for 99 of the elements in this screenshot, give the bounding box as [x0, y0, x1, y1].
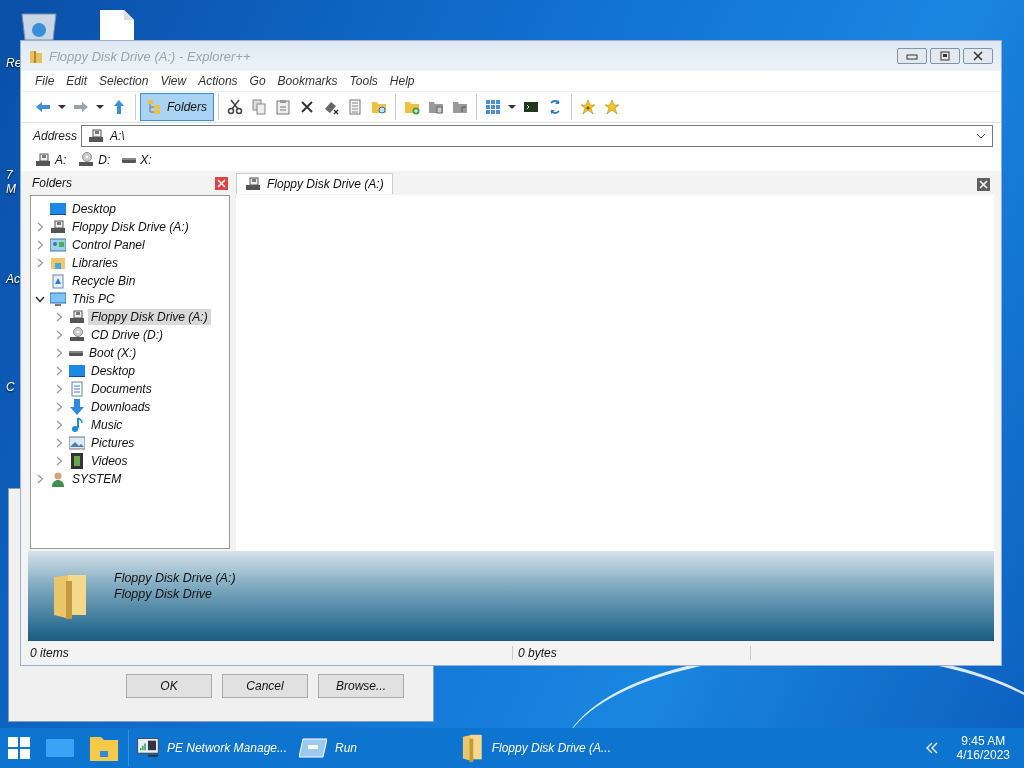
collapsed-chevron-icon[interactable] — [36, 222, 44, 232]
address-field[interactable]: A:\ — [81, 125, 993, 147]
collapsed-chevron-icon[interactable] — [36, 240, 44, 250]
folders-button[interactable]: Folders — [140, 93, 214, 121]
drive-icon — [245, 176, 261, 192]
collapsed-chevron-icon[interactable] — [36, 258, 44, 268]
file-icon[interactable] — [100, 10, 134, 40]
dialog-button[interactable]: OK — [126, 674, 212, 698]
disc-drive-icon — [69, 327, 85, 343]
drive-icon — [35, 152, 51, 168]
disk-drive-icon — [122, 157, 137, 163]
drive-button[interactable]: D: — [78, 152, 111, 168]
folder-tree-icon — [147, 99, 163, 115]
collapsed-chevron-icon[interactable] — [55, 384, 63, 394]
desktop-icon-label[interactable]: 7 M — [6, 168, 16, 196]
control-panel-icon — [50, 237, 66, 253]
tree-item[interactable]: SYSTEM — [69, 471, 125, 487]
taskbar-app-button[interactable]: PE Network Manage... — [131, 728, 293, 768]
double-chevron-icon[interactable] — [924, 742, 939, 754]
tree-item[interactable]: Desktop — [88, 363, 139, 379]
tree-item[interactable]: Boot (X:) — [86, 345, 140, 361]
tree-item[interactable]: Floppy Disk Drive (A:) — [69, 219, 192, 235]
pane-title: Folders — [32, 176, 72, 190]
drive-button[interactable]: A: — [35, 152, 67, 168]
menu-item[interactable]: Go — [243, 74, 272, 88]
tree-item[interactable]: Downloads — [88, 399, 154, 415]
collapsed-chevron-icon[interactable] — [36, 474, 44, 484]
menu-item[interactable]: Edit — [60, 74, 94, 88]
tree-item[interactable]: Desktop — [69, 201, 120, 217]
menu-item[interactable]: Actions — [192, 74, 244, 88]
close-icon — [972, 51, 984, 61]
tree-item[interactable]: CD Drive (D:) — [88, 327, 166, 343]
library-icon — [50, 255, 66, 271]
document-icon — [69, 381, 85, 397]
tree-item[interactable]: Documents — [88, 381, 155, 397]
folder-icon — [461, 732, 484, 764]
menu-item[interactable]: File — [29, 74, 61, 88]
windows-logo-icon — [8, 737, 30, 759]
menu-item[interactable]: View — [154, 74, 193, 88]
user-icon — [50, 471, 66, 487]
collapsed-chevron-icon[interactable] — [55, 330, 63, 340]
dialog-button[interactable]: Browse... — [318, 674, 404, 698]
display-pane-text: Floppy Disk Drive — [114, 587, 213, 601]
taskbar-app-button[interactable]: Run — [293, 728, 455, 768]
drive-icon — [50, 219, 66, 235]
minimize-icon — [906, 52, 918, 60]
clock-date[interactable]: 4/16/2023 — [956, 748, 1010, 762]
disk-drive-icon — [69, 350, 83, 356]
clock-time[interactable]: 9:45 AM — [961, 734, 1006, 748]
close-pane-button[interactable] — [215, 176, 228, 190]
monitor-icon — [69, 363, 85, 379]
collapsed-chevron-icon[interactable] — [55, 348, 63, 358]
tree-item[interactable]: Recycle Bin — [69, 273, 139, 289]
status-text: 0 items — [30, 646, 69, 660]
dialog-button[interactable]: Cancel — [222, 674, 308, 698]
folder-icon — [29, 48, 43, 64]
menu-item[interactable]: Help — [383, 74, 421, 88]
expanded-chevron-icon[interactable] — [35, 295, 45, 303]
status-text: 0 bytes — [518, 646, 557, 660]
tree-item[interactable]: Floppy Disk Drive (A:) — [88, 309, 211, 325]
menu-item[interactable]: Bookmarks — [271, 74, 344, 88]
desktop-icon-label[interactable]: Ac — [6, 272, 20, 286]
computer-icon — [50, 291, 66, 307]
collapsed-chevron-icon[interactable] — [55, 366, 63, 376]
collapsed-chevron-icon[interactable] — [55, 312, 63, 322]
maximize-button[interactable] — [930, 48, 960, 64]
run-window-icon — [299, 737, 327, 759]
drive-button[interactable]: X: — [122, 153, 152, 167]
tree-item[interactable]: Pictures — [88, 435, 138, 451]
tab[interactable]: Floppy Disk Drive (A:) — [236, 173, 393, 194]
tree-item[interactable]: This PC — [69, 291, 118, 307]
close-tab-button[interactable] — [977, 177, 990, 191]
music-icon — [69, 417, 85, 433]
drive-icon — [69, 309, 85, 325]
desktop-icon-label[interactable]: C — [6, 380, 15, 394]
disc-drive-icon — [78, 152, 95, 168]
tree-item[interactable]: Control Panel — [69, 237, 148, 253]
picture-icon — [69, 435, 85, 451]
monitor-icon — [50, 201, 66, 217]
recycle-bin-icon — [50, 273, 66, 289]
taskbar-app-button[interactable]: Floppy Disk Drive (A... — [455, 728, 617, 768]
collapsed-chevron-icon[interactable] — [55, 456, 63, 466]
menu-item[interactable]: Selection — [93, 74, 155, 88]
tree-item[interactable]: Libraries — [69, 255, 122, 271]
display-pane-text: Floppy Disk Drive (A:) — [114, 571, 236, 585]
collapsed-chevron-icon[interactable] — [55, 420, 63, 430]
drive-icon — [88, 128, 105, 144]
film-icon — [69, 453, 85, 469]
address-label: Address — [33, 129, 78, 143]
collapsed-chevron-icon[interactable] — [55, 438, 63, 448]
close-button[interactable] — [963, 48, 993, 64]
window-title: Floppy Disk Drive (A:) - Explorer++ — [49, 48, 252, 64]
menu-item[interactable]: Tools — [343, 74, 384, 88]
tree-item[interactable]: Music — [88, 417, 126, 433]
tree-item[interactable]: Videos — [88, 453, 131, 469]
collapsed-chevron-icon[interactable] — [55, 402, 63, 412]
dropdown-chevron-icon[interactable] — [976, 132, 986, 140]
download-icon — [69, 399, 85, 415]
restore-icon — [939, 51, 951, 61]
